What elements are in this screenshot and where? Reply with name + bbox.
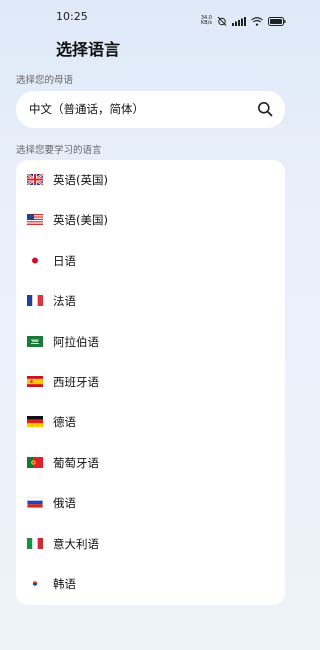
language-item-italian[interactable]: 意大利语 <box>16 524 285 564</box>
japan-flag-icon <box>27 255 43 266</box>
language-item-english-uk[interactable]: 英语(英国) <box>16 160 285 200</box>
language-item-japanese[interactable]: 日语 <box>16 241 285 281</box>
network-speed-unit: KB/s <box>201 19 212 26</box>
status-bar: 10:25 34.0 KB/s <box>0 0 300 30</box>
language-label: 德语 <box>53 415 76 429</box>
page-title: 选择语言 <box>56 40 121 59</box>
germany-flag-icon <box>27 416 43 427</box>
language-item-korean[interactable]: 韩语 <box>16 564 285 604</box>
language-item-portuguese[interactable]: 葡萄牙语 <box>16 443 285 483</box>
saudi-arabia-flag-icon <box>27 336 43 347</box>
us-flag-icon <box>27 214 43 225</box>
status-time: 10:25 <box>56 10 88 23</box>
native-language-label: 选择您的母语 <box>16 75 74 86</box>
uk-flag-icon <box>27 174 43 185</box>
native-language-selector[interactable]: 中文（普通话，简体） <box>16 91 285 128</box>
language-label: 葡萄牙语 <box>53 456 99 470</box>
wifi-icon <box>251 11 263 30</box>
battery-icon <box>268 11 286 30</box>
france-flag-icon <box>27 295 43 306</box>
italy-flag-icon <box>27 538 43 549</box>
portugal-flag-icon <box>27 457 43 468</box>
language-item-english-us[interactable]: 英语(美国) <box>16 200 285 240</box>
language-label: 意大利语 <box>53 537 99 551</box>
language-label: 阿拉伯语 <box>53 335 99 349</box>
language-label: 英语(英国) <box>53 173 108 187</box>
search-icon[interactable] <box>257 101 273 117</box>
language-label: 西班牙语 <box>53 375 99 389</box>
language-item-german[interactable]: 德语 <box>16 402 285 442</box>
language-list-card: 英语(英国) 英语(美国) 日语 法语 阿拉伯语 西班牙语 德语 葡萄牙语 俄语… <box>16 160 285 605</box>
network-speed: 34.0 KB/s <box>201 15 212 26</box>
language-label: 俄语 <box>53 496 76 510</box>
language-item-spanish[interactable]: 西班牙语 <box>16 362 285 402</box>
language-item-arabic[interactable]: 阿拉伯语 <box>16 322 285 362</box>
language-label: 法语 <box>53 294 76 308</box>
native-language-value: 中文（普通话，简体） <box>29 102 144 116</box>
status-icons: 34.0 KB/s <box>201 11 286 30</box>
spain-flag-icon <box>27 376 43 387</box>
alarm-off-icon <box>217 11 227 30</box>
korea-flag-icon <box>27 578 43 589</box>
language-label: 英语(美国) <box>53 213 108 227</box>
language-label: 日语 <box>53 254 76 268</box>
language-label: 韩语 <box>53 577 76 591</box>
russia-flag-icon <box>27 497 43 508</box>
language-item-french[interactable]: 法语 <box>16 281 285 321</box>
learn-language-label: 选择您要学习的语言 <box>16 145 102 156</box>
language-item-russian[interactable]: 俄语 <box>16 483 285 523</box>
signal-icon <box>232 11 246 30</box>
